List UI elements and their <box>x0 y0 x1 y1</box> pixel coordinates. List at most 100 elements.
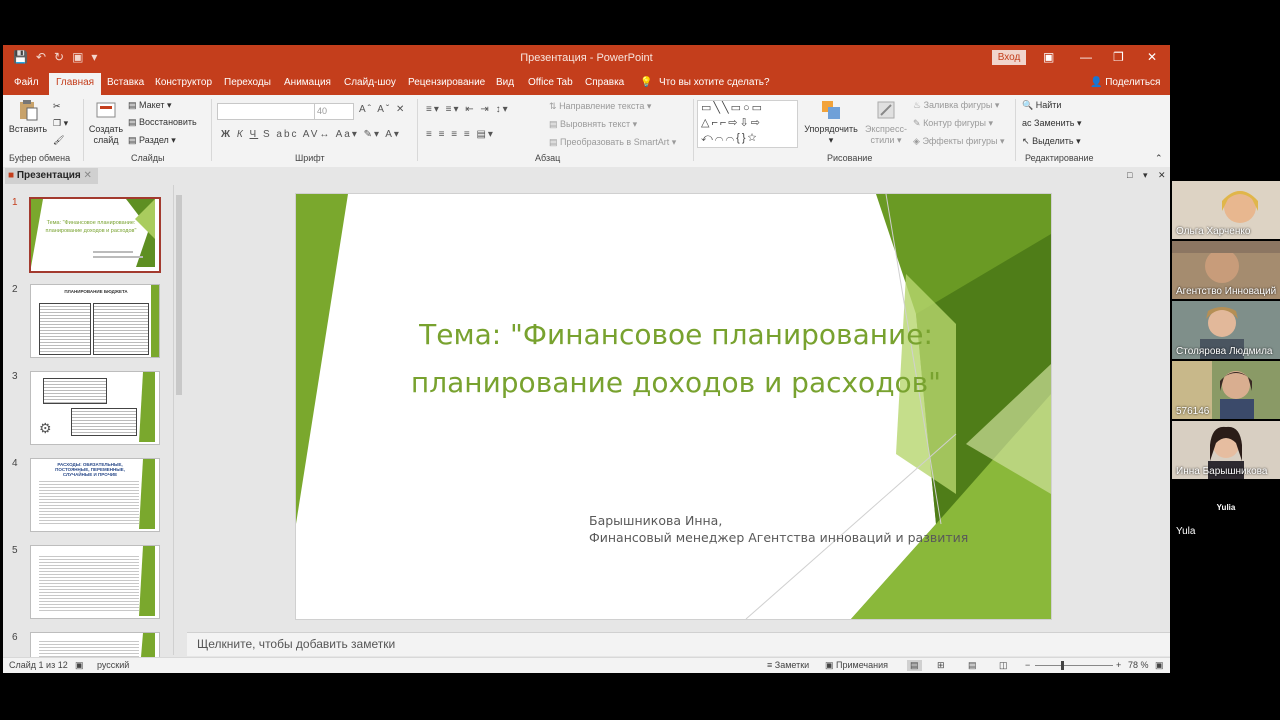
ribbon-home: Вставить ✂ ❐ ▾ 🖌 Буфер обмена Создать сл… <box>3 95 1170 168</box>
thumbnail-slide-4[interactable]: РАСХОДЫ: ОБЯЗАТЕЛЬНЫЕ, ПОСТОЯННЫЕ, ПЕРЕМ… <box>30 458 160 532</box>
smartart-button[interactable]: ▤ Преобразовать в SmartArt ▾ <box>549 137 676 148</box>
new-slide-button[interactable]: Создать слайд <box>87 99 125 146</box>
find-button[interactable]: 🔍 Найти <box>1022 100 1061 111</box>
copy-icon[interactable]: ❐ ▾ <box>53 118 68 129</box>
replace-button[interactable]: ac Заменить ▾ <box>1022 118 1082 129</box>
list-buttons[interactable]: ≡▾ ≡▾ ⇤ ⇥ ↕▾ <box>426 104 510 115</box>
drawing-group-label: Рисование <box>827 153 873 163</box>
font-size-buttons[interactable]: Aˆ Aˇ ✕ <box>359 104 406 115</box>
ribbon-display-icon[interactable]: ▣ <box>1043 50 1054 64</box>
tab-home[interactable]: Главная <box>49 73 102 95</box>
tab-office-tab[interactable]: Office Tab <box>528 77 573 88</box>
thumbnail-slide-1[interactable]: Тема: "Финансовое планирование: планиров… <box>29 197 161 273</box>
reading-view-icon[interactable]: ▤ <box>968 660 977 671</box>
tell-me-search[interactable]: Что вы хотите сделать? <box>659 77 770 88</box>
share-button[interactable]: 👤 Поделиться <box>1090 77 1160 88</box>
fit-to-window-icon[interactable]: ▣ <box>1155 660 1164 671</box>
editing-group-label: Редактирование <box>1025 153 1094 163</box>
thumbnails-scrollbar[interactable] <box>173 185 184 655</box>
participant-name: Yula <box>1176 526 1196 537</box>
shape-outline-button[interactable]: ✎ Контур фигуры ▾ <box>913 118 993 129</box>
tab-review[interactable]: Рецензирование <box>408 77 485 88</box>
arrange-button[interactable]: Упорядочить ▾ <box>801 99 861 146</box>
notes-button[interactable]: ≡ Заметки <box>767 660 809 670</box>
layout-button[interactable]: ▤ Макет ▾ <box>128 100 172 111</box>
shapes-gallery[interactable]: ▭╲╲▭○▭ △⌐⌐⇨⇩⇨ ⤺⌒⌒{}☆ <box>697 100 798 148</box>
slides-group-label: Слайды <box>131 153 165 163</box>
thumb-title: Тема: "Финансовое планирование: планиров… <box>45 220 137 234</box>
search-icon: 🔍 <box>1022 100 1034 110</box>
normal-view-icon[interactable]: ▤ <box>907 660 922 671</box>
tab-design[interactable]: Конструктор <box>155 77 212 88</box>
tab-help[interactable]: Справка <box>585 77 624 88</box>
tab-view[interactable]: Вид <box>496 77 514 88</box>
tab-insert[interactable]: Вставка <box>107 77 144 88</box>
thumbnail-slide-3[interactable]: ⚙ <box>30 371 160 445</box>
main-slide[interactable]: Тема: "Финансовое планирование: планиров… <box>295 193 1052 620</box>
comment-icon: ▣ <box>825 660 834 670</box>
spellcheck-icon[interactable]: ▣ <box>75 660 84 671</box>
tab-animations[interactable]: Анимация <box>284 77 331 88</box>
zoom-slider[interactable] <box>1035 665 1113 666</box>
shape-fill-button[interactable]: ♨ Заливка фигуры ▾ <box>913 100 999 111</box>
document-tab-bar: ■ Презентация ✕ □ ▾ ✕ <box>3 167 1170 185</box>
cut-icon[interactable]: ✂ <box>53 101 61 112</box>
close-document-icon[interactable]: ✕ <box>1158 170 1166 181</box>
restore-icon[interactable]: ❐ <box>1113 50 1124 64</box>
clipboard-group-label: Буфер обмена <box>9 153 71 163</box>
text-direction-button[interactable]: ⇅ Направление текста ▾ <box>549 101 651 112</box>
participant-video[interactable]: Столярова Людмила <box>1172 301 1280 359</box>
thumbnail-slide-5[interactable] <box>30 545 160 619</box>
thumbnail-slide-2[interactable]: ПЛАНИРОВАНИЕ БЮДЖЕТА <box>30 284 160 358</box>
collapse-ribbon-icon[interactable]: ⌃ <box>1155 153 1163 164</box>
zoom-out-icon[interactable]: − <box>1025 660 1030 670</box>
tab-file[interactable]: Файл <box>14 77 39 88</box>
slide-author-position: Финансовый менеджер Агентства инноваций … <box>589 530 969 545</box>
participant-video[interactable]: Ольга Харченко <box>1172 181 1280 239</box>
thumb-number: 5 <box>12 545 18 556</box>
participant-name: Инна Барышникова <box>1176 466 1268 477</box>
thumb-textbox <box>93 303 149 355</box>
document-tab[interactable]: ■ Презентация ✕ <box>5 168 98 184</box>
close-tab-icon[interactable]: ✕ <box>84 170 92 181</box>
paste-button[interactable]: Вставить <box>7 99 49 135</box>
participant-video[interactable]: 576146 <box>1172 361 1280 419</box>
reset-icon: ▤ <box>128 117 137 127</box>
tab-slideshow[interactable]: Слайд-шоу <box>344 77 396 88</box>
language-indicator[interactable]: русский <box>97 660 129 670</box>
participant-video[interactable]: Yulia Yula <box>1172 481 1280 539</box>
align-text-button[interactable]: ▤ Выровнять текст ▾ <box>549 119 637 130</box>
shape-effects-button[interactable]: ◈ Эффекты фигуры ▾ <box>913 136 1004 147</box>
slide-title-line-1: Тема: "Финансовое планирование: <box>419 318 933 351</box>
scrollbar-thumb[interactable] <box>176 195 182 395</box>
participant-video[interactable]: Инна Барышникова <box>1172 421 1280 479</box>
tab-menu-icon[interactable]: ▾ <box>1143 170 1148 181</box>
zoom-in-icon[interactable]: + <box>1116 660 1121 670</box>
effects-icon: ◈ <box>913 136 920 146</box>
reset-button[interactable]: ▤ Восстановить <box>128 117 197 128</box>
section-button[interactable]: ▤ Раздел ▾ <box>128 135 176 146</box>
font-size-input[interactable]: 40 <box>314 103 354 120</box>
minimize-icon[interactable]: — <box>1080 50 1092 64</box>
new-document-icon[interactable]: □ <box>1127 170 1132 180</box>
slide-sorter-icon[interactable]: ⊞ <box>937 660 945 671</box>
participant-video[interactable]: Агентство Инноваций <box>1172 241 1280 299</box>
thumbnail-slide-6[interactable] <box>30 632 160 658</box>
comments-button[interactable]: ▣ Примечания <box>825 660 888 671</box>
zoom-level[interactable]: 78 % <box>1128 660 1149 670</box>
paragraph-group-label: Абзац <box>535 153 561 163</box>
quick-styles-button[interactable]: Экспресс-стили ▾ <box>861 99 911 146</box>
divider <box>1015 99 1016 161</box>
font-format-buttons[interactable]: Ж К Ч S abc AV↔ Aa▾ ✎▾ A▾ <box>221 129 401 140</box>
tab-transitions[interactable]: Переходы <box>224 77 271 88</box>
select-button[interactable]: ↖ Выделить ▾ <box>1022 136 1081 147</box>
slideshow-view-icon[interactable]: ◫ <box>999 660 1008 671</box>
notes-pane[interactable]: Щелкните, чтобы добавить заметки <box>187 632 1170 656</box>
font-name-input[interactable] <box>217 103 315 120</box>
zoom-slider-thumb[interactable] <box>1061 661 1064 670</box>
format-painter-icon[interactable]: 🖌 <box>53 135 64 146</box>
close-icon[interactable]: ✕ <box>1147 50 1157 64</box>
align-buttons[interactable]: ≡ ≡ ≡ ≡ ▤▾ <box>426 129 495 140</box>
sign-in-button[interactable]: Вход <box>992 50 1026 65</box>
editor-scrollbar[interactable]: ▾ ⇓ <box>1168 215 1170 645</box>
